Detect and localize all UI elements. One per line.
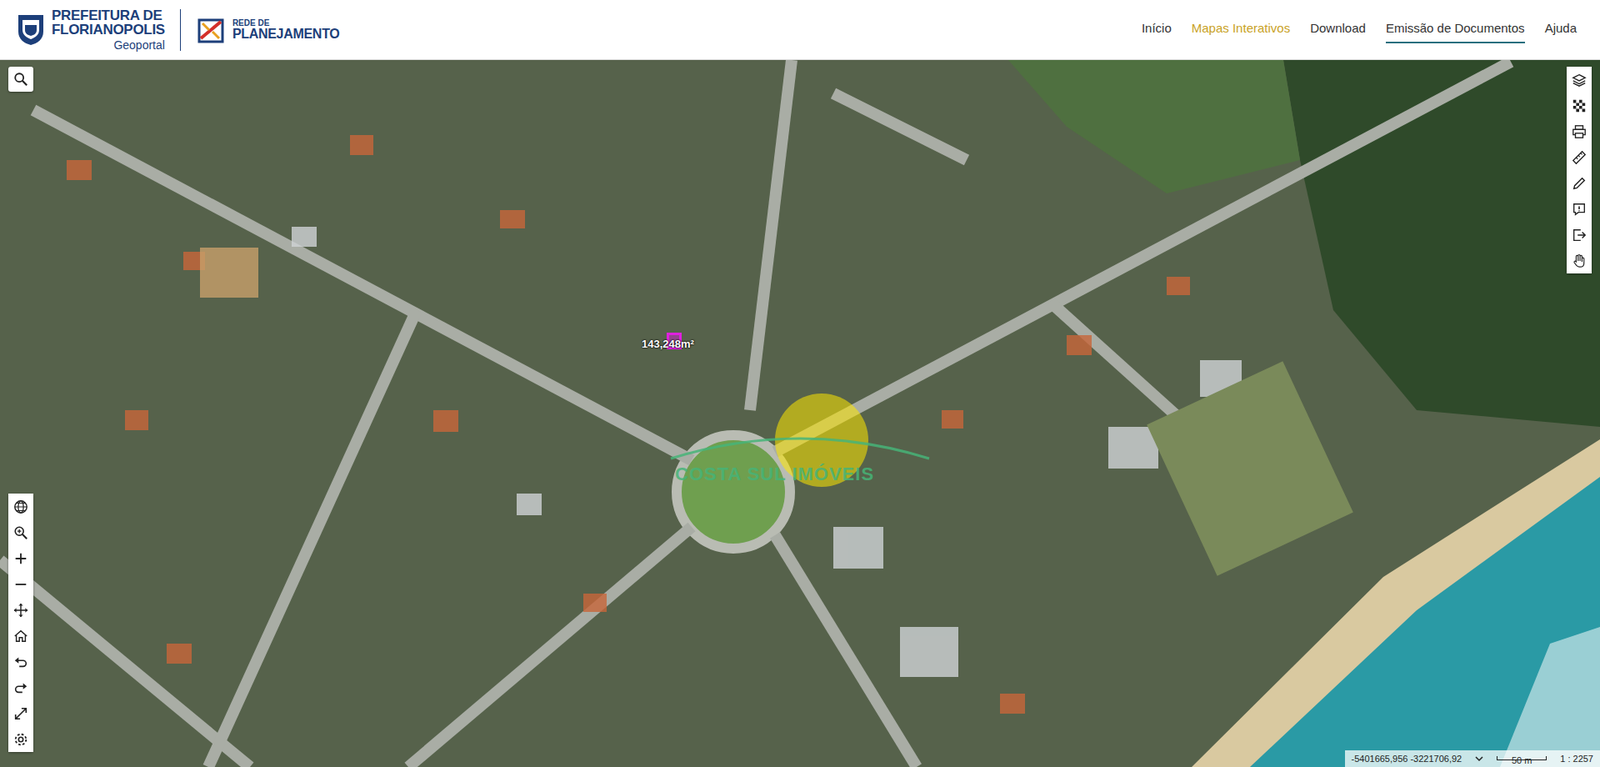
map[interactable]: COSTA SUL IMÓVEIS 143,248m² -5401665,956… xyxy=(0,60,1600,767)
scale-bar: -5401665,956 -3221706,92 50 m 1 : 2257 xyxy=(1345,750,1600,767)
nav-link[interactable]: Emissão de Documentos xyxy=(1385,15,1525,44)
scale-ratio: 1 : 2257 xyxy=(1560,751,1594,766)
scale-line: 50 m xyxy=(1496,755,1547,760)
undo-icon xyxy=(13,654,29,670)
globe-icon xyxy=(13,499,29,515)
print-button[interactable] xyxy=(1566,118,1592,145)
settings-button[interactable] xyxy=(8,725,34,752)
globe-button[interactable] xyxy=(8,493,34,520)
left-toolbar xyxy=(8,493,34,752)
info-icon xyxy=(1571,201,1587,217)
basemap-button[interactable] xyxy=(1566,92,1592,119)
logo-line: REDE DE xyxy=(232,19,340,28)
printer-icon xyxy=(1571,124,1587,140)
zoom-area-button[interactable] xyxy=(8,519,34,545)
info-button[interactable] xyxy=(1566,195,1592,222)
nav-link[interactable]: Download xyxy=(1310,15,1366,44)
home-button[interactable] xyxy=(8,622,34,649)
header: PREFEITURA DE FLORIANOPOLIS Geoportal RE… xyxy=(0,0,1600,60)
pan-button[interactable] xyxy=(8,596,34,623)
watermark: COSTA SUL IMÓVEIS xyxy=(675,460,875,488)
export-button[interactable] xyxy=(1566,221,1592,248)
minus-icon xyxy=(13,576,29,592)
planning-logo-icon xyxy=(195,13,230,47)
logo-line: FLORIANOPOLIS xyxy=(51,22,165,37)
plus-icon xyxy=(13,550,29,566)
pan-icon xyxy=(13,602,29,618)
layers-button[interactable] xyxy=(1566,66,1592,93)
ruler-icon xyxy=(1571,150,1587,165)
logo-line: PREFEITURA DE xyxy=(51,8,165,23)
nav-link[interactable]: Início xyxy=(1141,15,1172,44)
search-icon xyxy=(13,71,29,87)
area-label: 143,248m² xyxy=(641,335,695,353)
layers-icon xyxy=(1571,72,1587,88)
main-nav: Início Mapas Interativos Download Emissão d… xyxy=(1141,15,1584,44)
redo-icon xyxy=(13,680,29,695)
export-icon xyxy=(1571,227,1587,243)
zoom-area-icon xyxy=(13,525,29,540)
pencil-icon xyxy=(1571,175,1587,191)
chevron-down-icon[interactable] xyxy=(1475,755,1484,762)
city-crest-icon xyxy=(16,13,45,47)
home-icon xyxy=(13,628,29,644)
watermark-roof-icon xyxy=(666,426,934,460)
gear-icon xyxy=(13,731,29,747)
expand-icon xyxy=(13,705,29,721)
partner-logo[interactable]: REDE DE PLANEJAMENTO xyxy=(195,13,340,47)
zoom-in-button[interactable] xyxy=(8,545,34,571)
nav-link[interactable]: Mapas Interativos xyxy=(1191,15,1290,44)
zoom-out-button[interactable] xyxy=(8,570,34,597)
nav-link[interactable]: Ajuda xyxy=(1545,15,1577,44)
draw-button[interactable] xyxy=(1566,170,1592,196)
logo[interactable]: PREFEITURA DE FLORIANOPOLIS Geoportal xyxy=(16,8,165,51)
scale-distance: 50 m xyxy=(1511,755,1532,765)
search-button[interactable] xyxy=(8,66,34,92)
fullscreen-button[interactable] xyxy=(8,700,34,726)
undo-button[interactable] xyxy=(8,648,34,675)
hand-icon xyxy=(1571,253,1587,269)
logo-line: PLANEJAMENTO xyxy=(232,27,340,41)
right-toolbar xyxy=(1566,66,1592,274)
coordinates: -5401665,956 -3221706,92 xyxy=(1351,751,1463,766)
measure-button[interactable] xyxy=(1566,144,1592,170)
redo-button[interactable] xyxy=(8,674,34,700)
logo-subtitle: Geoportal xyxy=(51,39,165,51)
checker-icon xyxy=(1571,98,1587,114)
hand-button[interactable] xyxy=(1566,247,1592,274)
